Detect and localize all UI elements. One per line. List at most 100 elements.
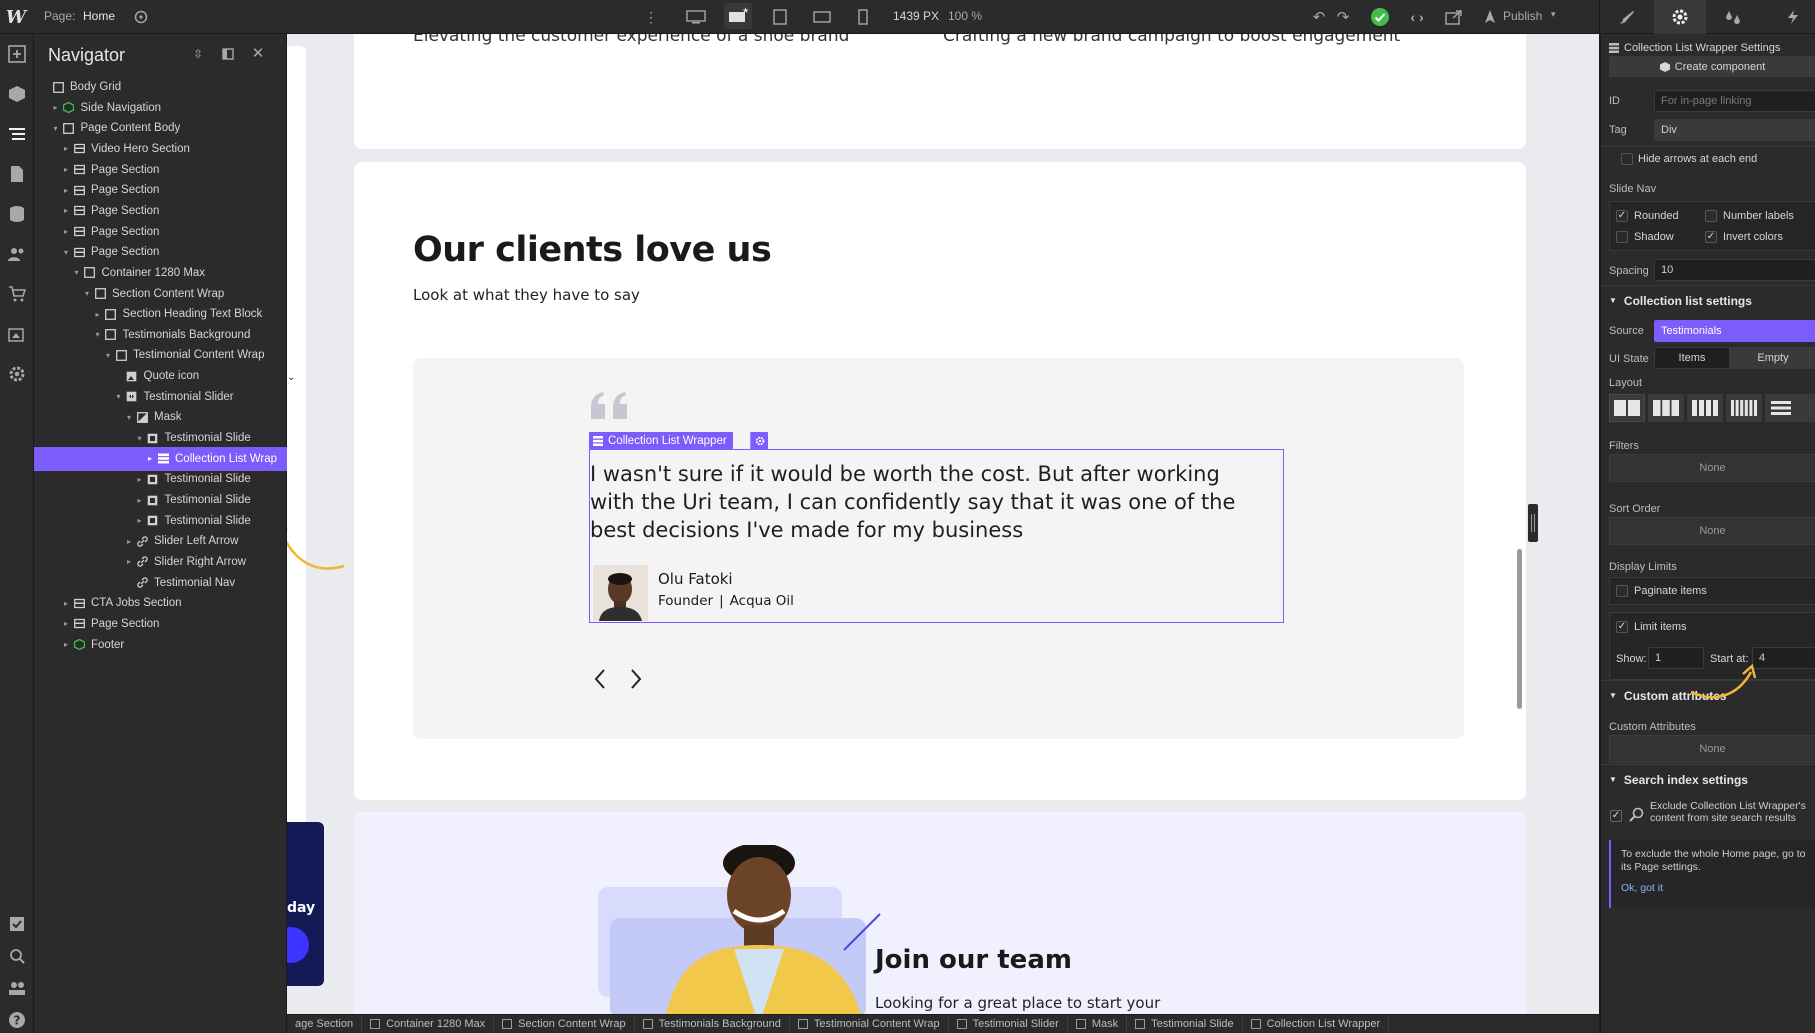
close-icon[interactable]: ✕ <box>250 45 266 62</box>
code-export-icon[interactable]: ‹ › <box>1406 7 1428 27</box>
page-settings-icon[interactable] <box>132 8 150 26</box>
help-icon[interactable]: ? <box>5 1008 29 1032</box>
limit-items-checkbox[interactable]: ✓ <box>1616 621 1628 633</box>
redo-icon[interactable]: ↷ <box>1333 7 1353 27</box>
caret-right-icon[interactable]: ▸ <box>135 496 145 505</box>
caret-right-icon[interactable]: ▸ <box>61 144 71 153</box>
layout-3-columns-icon[interactable] <box>1648 394 1684 422</box>
sort-order-box[interactable]: None <box>1609 517 1815 545</box>
breadcrumb-item[interactable]: age Section <box>287 1015 363 1033</box>
collapse-all-icon[interactable]: ⇳ <box>190 46 206 62</box>
breadcrumb-item[interactable]: Testimonial Content Wrap <box>790 1015 949 1033</box>
caret-down-icon[interactable]: ▾ <box>135 434 145 443</box>
caret-right-icon[interactable]: ▸ <box>61 640 71 649</box>
slider-left-arrow-icon[interactable] <box>593 668 607 690</box>
caret-right-icon[interactable]: ▸ <box>93 310 103 319</box>
source-select[interactable]: Testimonials <box>1654 320 1815 342</box>
caret-down-icon[interactable]: ▾ <box>61 248 71 257</box>
add-elements-icon[interactable] <box>5 42 29 66</box>
canvas-resize-handle[interactable] <box>1528 504 1538 542</box>
dock-panel-icon[interactable] <box>220 46 236 62</box>
breadcrumb-item[interactable]: Testimonials Background <box>635 1015 790 1033</box>
publish-chevron-down-icon[interactable]: ▾ <box>1551 9 1556 20</box>
caret-right-icon[interactable]: ▸ <box>61 186 71 195</box>
tasks-checkbox-icon[interactable] <box>5 912 29 936</box>
id-input[interactable]: For in-page linking <box>1654 90 1815 112</box>
page-selector[interactable]: Home <box>83 9 115 23</box>
breadcrumb-item[interactable]: Section Content Wrap <box>494 1015 635 1033</box>
ui-state-empty-tab[interactable]: Empty <box>1730 347 1815 369</box>
exclude-checkbox[interactable]: ✓ <box>1610 810 1622 822</box>
tag-select[interactable]: Div <box>1654 119 1815 141</box>
cms-database-icon[interactable] <box>5 202 29 226</box>
status-check-icon[interactable] <box>1369 6 1391 28</box>
ui-state-items-tab[interactable]: Items <box>1654 347 1730 369</box>
caret-down-icon[interactable]: ▾ <box>72 268 82 277</box>
caret-right-icon[interactable]: ▸ <box>124 557 134 566</box>
caret-down-icon[interactable]: ▾ <box>51 124 61 133</box>
webflow-logo-icon[interactable]: W <box>4 6 28 28</box>
breadcrumb-item[interactable]: Mask <box>1068 1015 1128 1033</box>
caret-right-icon[interactable]: ▸ <box>61 619 71 628</box>
caret-right-icon[interactable]: ▸ <box>61 206 71 215</box>
caret-right-icon[interactable]: ▸ <box>51 103 61 112</box>
ecommerce-cart-icon[interactable] <box>5 282 29 306</box>
filters-box[interactable]: None <box>1609 454 1815 482</box>
interactions-panel-drops-icon[interactable] <box>1720 6 1746 28</box>
selection-badge[interactable]: Collection List Wrapper <box>589 432 733 449</box>
caret-down-icon[interactable]: ▾ <box>103 351 113 360</box>
breadcrumb-item[interactable]: Container 1280 Max <box>362 1015 495 1033</box>
invert-colors-checkbox[interactable]: ✓ <box>1705 231 1717 243</box>
layout-6-columns-icon[interactable] <box>1726 394 1762 422</box>
search-index-section[interactable]: ▼ Search index settings <box>1601 764 1815 794</box>
breakpoint-mobile-landscape-icon[interactable] <box>810 6 834 28</box>
paginate-checkbox[interactable] <box>1616 585 1628 597</box>
breadcrumb-item[interactable]: Testimonial Slide <box>1127 1015 1243 1033</box>
rounded-checkbox[interactable]: ✓ <box>1616 210 1628 222</box>
spacing-input[interactable]: 10 <box>1654 259 1815 281</box>
caret-down-icon[interactable]: ▾ <box>93 330 103 339</box>
navigator-item[interactable]: ▸ Footer <box>34 633 287 657</box>
breakpoint-desktop-icon[interactable]: ★ <box>724 3 752 29</box>
caret-right-icon[interactable]: ▸ <box>61 599 71 608</box>
collection-list-wrapper[interactable]: I wasn't sure if it would be worth the c… <box>589 449 1284 623</box>
hide-arrows-checkbox[interactable] <box>1621 153 1633 165</box>
side-card-button[interactable] <box>287 927 309 963</box>
more-options-icon[interactable]: ⋮ <box>644 8 658 26</box>
interactions-lightning-icon[interactable] <box>1780 6 1806 28</box>
caret-down-icon[interactable]: ▾ <box>114 392 124 401</box>
caret-down-icon[interactable]: ▾ <box>124 413 134 422</box>
settings-panel-gear-icon[interactable] <box>1654 0 1706 34</box>
case-studies-card[interactable]: Elevating the customer experience of a s… <box>354 34 1526 149</box>
collaborators-icon[interactable] <box>5 976 29 1000</box>
caret-right-icon[interactable]: ▸ <box>124 537 134 546</box>
chevron-down-icon[interactable]: ⌄ <box>287 372 295 383</box>
breadcrumb-item[interactable]: Collection List Wrapper <box>1243 1015 1390 1033</box>
caret-right-icon[interactable]: ▸ <box>61 227 71 236</box>
assets-images-icon[interactable] <box>5 322 29 346</box>
caret-right-icon[interactable]: ▸ <box>145 454 155 463</box>
element-settings-gear-icon[interactable] <box>750 432 768 449</box>
breakpoint-tablet-icon[interactable] <box>768 6 792 28</box>
users-icon[interactable] <box>5 242 29 266</box>
site-settings-gear-icon[interactable] <box>5 362 29 386</box>
layout-4-columns-icon[interactable] <box>1687 394 1723 422</box>
caret-right-icon[interactable]: ▸ <box>61 165 71 174</box>
collection-settings-section[interactable]: ▼ Collection list settings <box>1601 285 1815 315</box>
pages-icon[interactable] <box>5 162 29 186</box>
cta-jobs-section[interactable]: Join our team Looking for a great place … <box>354 812 1526 1014</box>
design-canvas[interactable]: day ⌄ Elevating the customer experience … <box>287 34 1599 1014</box>
style-panel-brush-icon[interactable] <box>1612 6 1640 28</box>
ok-got-it-link[interactable]: Ok, got it <box>1621 882 1663 894</box>
slider-right-arrow-icon[interactable] <box>629 668 643 690</box>
create-component-button[interactable]: Create component <box>1609 56 1815 77</box>
testimonials-background[interactable]: Collection List Wrapper I wasn't sure if… <box>413 358 1464 739</box>
caret-down-icon[interactable]: ▾ <box>82 289 92 298</box>
testimonials-section[interactable]: Our clients love us Look at what they ha… <box>354 162 1526 800</box>
canvas-scrollbar[interactable] <box>1517 549 1522 709</box>
caret-right-icon[interactable]: ▸ <box>135 475 145 484</box>
breadcrumb-item[interactable]: Testimonial Slider <box>949 1015 1068 1033</box>
custom-attrs-box[interactable]: None <box>1609 735 1815 763</box>
side-cta-card[interactable]: day <box>287 822 324 986</box>
shadow-checkbox[interactable] <box>1616 231 1628 243</box>
